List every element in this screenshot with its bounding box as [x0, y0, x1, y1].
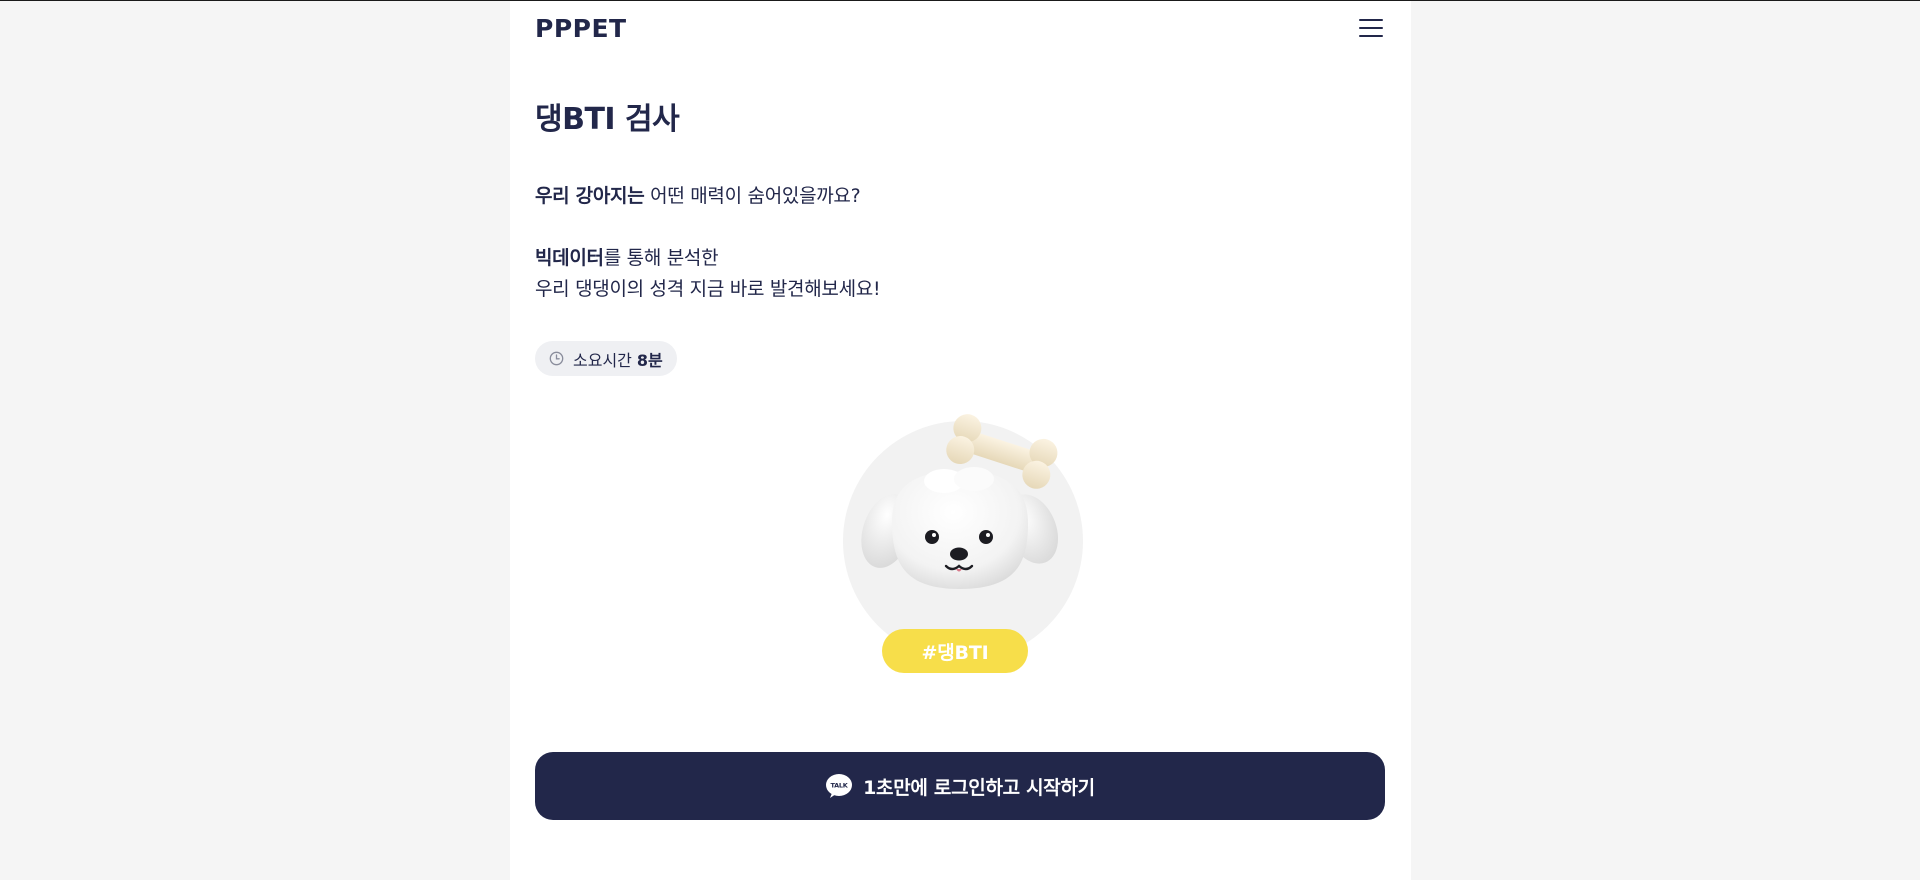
- intro-line-3: 우리 댕댕이의 성격 지금 바로 발견해보세요!: [535, 278, 881, 300]
- clock-icon: [549, 351, 564, 366]
- svg-text:TALK: TALK: [831, 782, 849, 790]
- intro-line-2: 빅데이터를 통해 분석한: [535, 243, 880, 274]
- start-button-label: 1초만에 로그인하고 시작하기: [863, 776, 1095, 799]
- hero-illustration: #댕BTI: [832, 411, 1092, 681]
- app-frame: PPPET 댕BTI 검사 우리 강아지는 어떤 매력이 숨어있을까요? 빅데이…: [510, 1, 1411, 880]
- kakao-talk-icon: TALK: [826, 774, 853, 798]
- hashtag-badge: #댕BTI: [882, 629, 1028, 673]
- intro-line-2-bold: 빅데이터: [535, 247, 604, 269]
- hamburger-menu-icon[interactable]: [1359, 17, 1383, 39]
- duration-label: 소요시간: [573, 350, 632, 370]
- intro-line-2-rest: 를 통해 분석한: [603, 247, 719, 269]
- duration-value: 8분: [636, 350, 663, 370]
- intro-line-1-rest: 어떤 매력이 숨어있을까요?: [644, 185, 861, 207]
- intro-line-1-bold: 우리 강아지는: [535, 185, 645, 207]
- kakao-login-start-button[interactable]: TALK 1초만에 로그인하고 시작하기: [535, 752, 1385, 820]
- intro-line-1: 우리 강아지는 어떤 매력이 숨어있을까요?: [535, 181, 880, 212]
- header: PPPET: [535, 1, 1386, 59]
- page-title: 댕BTI 검사: [535, 102, 680, 137]
- logo[interactable]: PPPET: [535, 14, 627, 43]
- duration-badge: 소요시간 8분: [535, 341, 677, 376]
- intro-text: 우리 강아지는 어떤 매력이 숨어있을까요? 빅데이터를 통해 분석한 우리 댕…: [535, 181, 881, 305]
